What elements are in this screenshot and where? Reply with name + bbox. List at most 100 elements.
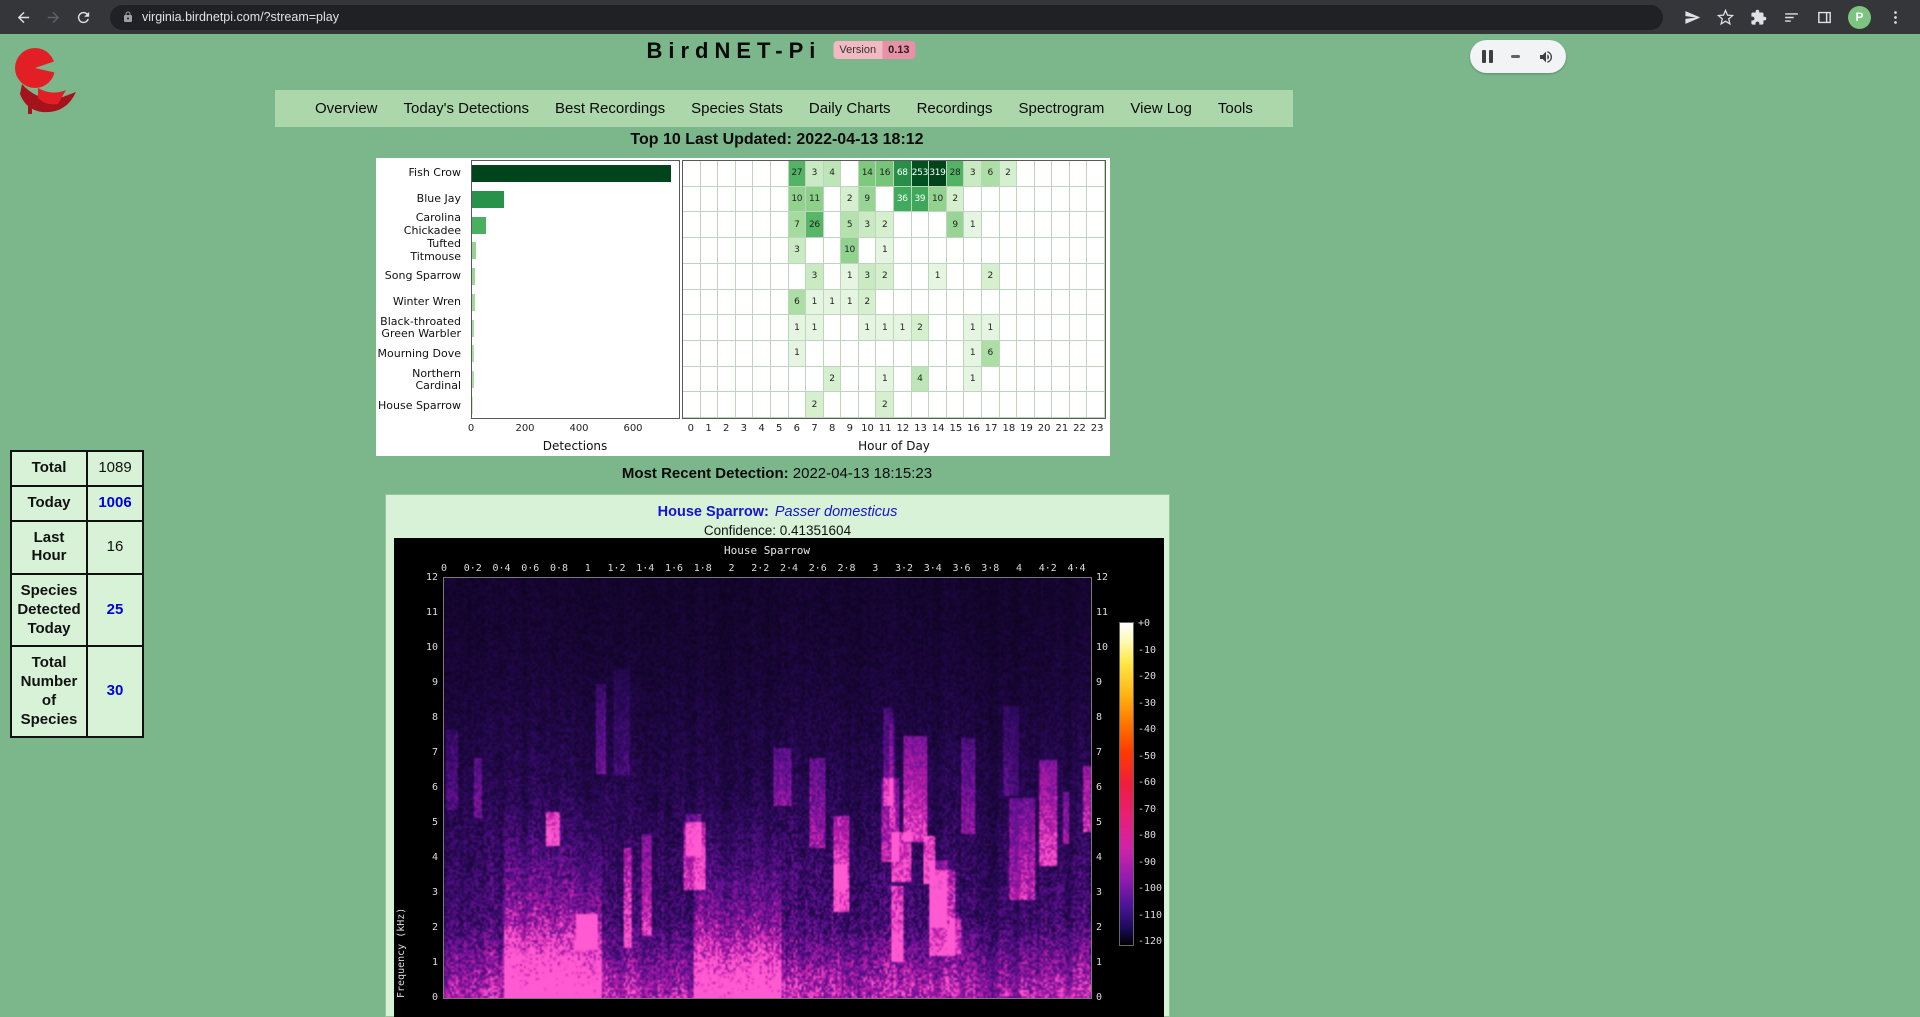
heatmap-cell: 10 xyxy=(789,187,807,213)
stats-value[interactable]: 25 xyxy=(87,574,143,646)
volume-icon[interactable] xyxy=(1538,49,1554,65)
heatmap-cell: 2 xyxy=(876,392,894,418)
hour-tick: 22 xyxy=(1073,423,1086,434)
heatmap-cell xyxy=(1000,187,1018,213)
bar xyxy=(472,217,486,234)
time-tick: 0·8 xyxy=(550,563,568,574)
stats-value[interactable]: 1006 xyxy=(87,486,143,521)
audio-player[interactable] xyxy=(1470,40,1566,73)
freq-tick-right: 10 xyxy=(1096,642,1122,653)
heatmap-cell xyxy=(1052,264,1070,290)
db-tick: -40 xyxy=(1138,724,1156,735)
heatmap-cell xyxy=(718,315,736,341)
heatmap-cell: 1 xyxy=(894,315,912,341)
stats-row-today: Today1006 xyxy=(11,486,143,521)
reload-button[interactable] xyxy=(70,4,96,30)
top10-chart-figure: Fish CrowBlue JayCarolina ChickadeeTufte… xyxy=(376,158,1110,456)
pause-icon[interactable] xyxy=(1482,50,1493,63)
heatmap-cell: 11 xyxy=(806,187,824,213)
nav-item-today-s-detections[interactable]: Today's Detections xyxy=(404,100,529,117)
stats-value[interactable]: 30 xyxy=(87,646,143,737)
freq-tick-left: 8 xyxy=(412,712,438,723)
species-common-name-link[interactable]: House Sparrow: xyxy=(658,504,769,520)
nav-item-species-stats[interactable]: Species Stats xyxy=(691,100,783,117)
nav-item-overview[interactable]: Overview xyxy=(315,100,378,117)
back-button[interactable] xyxy=(10,4,36,30)
bar xyxy=(472,268,475,285)
freq-tick-left: 11 xyxy=(412,607,438,618)
heatmap-cell: 14 xyxy=(859,161,877,187)
heatmap-cell: 1 xyxy=(789,315,807,341)
heatmap-cell xyxy=(771,161,789,187)
profile-avatar[interactable]: P xyxy=(1848,6,1871,29)
heatmap-cell: 3 xyxy=(859,212,877,238)
nav-item-tools[interactable]: Tools xyxy=(1218,100,1253,117)
heatmap-cell xyxy=(736,238,754,264)
heatmap-cell xyxy=(806,367,824,393)
hour-tick: 17 xyxy=(985,423,998,434)
heatmap-cell xyxy=(912,238,930,264)
heatmap-cell: 2 xyxy=(912,315,930,341)
heatmap-cell xyxy=(876,341,894,367)
heatmap-cell xyxy=(912,341,930,367)
bar xyxy=(472,294,475,311)
heatmap-cell xyxy=(701,264,719,290)
heatmap-cell xyxy=(771,187,789,213)
menu-kebab-icon[interactable] xyxy=(1886,8,1904,26)
heatmap-cell xyxy=(736,367,754,393)
nav-item-view-log[interactable]: View Log xyxy=(1130,100,1191,117)
version-label: Version xyxy=(833,41,882,59)
heatmap-cell xyxy=(683,238,701,264)
heatmap-cell xyxy=(683,392,701,418)
bar-row xyxy=(472,212,679,238)
nav-item-spectrogram[interactable]: Spectrogram xyxy=(1018,100,1104,117)
freq-tick-left: 5 xyxy=(412,817,438,828)
address-bar[interactable]: virginia.birdnetpi.com/?stream=play xyxy=(110,5,1663,30)
heatmap-cell xyxy=(1070,264,1088,290)
heatmap-cell xyxy=(982,392,1000,418)
nav-item-best-recordings[interactable]: Best Recordings xyxy=(555,100,665,117)
heatmap-cell: 10 xyxy=(929,187,947,213)
nav-item-daily-charts[interactable]: Daily Charts xyxy=(809,100,891,117)
detections-bar-chart xyxy=(471,160,680,419)
heatmap-cell xyxy=(1000,238,1018,264)
heatmap-cell: 2 xyxy=(841,187,859,213)
time-tick: 3 xyxy=(872,563,878,574)
heatmap-cell xyxy=(894,367,912,393)
heatmap-cell xyxy=(789,264,807,290)
heatmap-cell: 10 xyxy=(841,238,859,264)
extensions-icon[interactable] xyxy=(1749,8,1767,26)
heatmap-cell: 2 xyxy=(947,187,965,213)
freq-tick-right: 6 xyxy=(1096,782,1122,793)
heatmap-cell xyxy=(718,264,736,290)
heatmap-cell xyxy=(894,238,912,264)
heatmap-cell xyxy=(701,392,719,418)
db-tick: -90 xyxy=(1138,857,1156,868)
heatmap-cell xyxy=(1052,212,1070,238)
heatmap-cell xyxy=(1035,290,1053,316)
heatmap-cell xyxy=(1052,367,1070,393)
species-label-northern-cardinal: Northern Cardinal xyxy=(376,367,466,393)
heatmap-cell: 2 xyxy=(982,264,1000,290)
heatmap-cell xyxy=(1087,238,1105,264)
species-label-mourning-dove: Mourning Dove xyxy=(376,341,466,367)
heatmap-cell xyxy=(1087,187,1105,213)
heatmap-cell xyxy=(841,367,859,393)
db-tick: -70 xyxy=(1138,804,1156,815)
bookmark-star-icon[interactable] xyxy=(1716,8,1734,26)
heatmap-cell xyxy=(1087,341,1105,367)
spectrogram-title: House Sparrow xyxy=(724,544,810,557)
freq-tick-left: 1 xyxy=(412,957,438,968)
freq-tick-right: 0 xyxy=(1096,992,1122,1003)
reading-list-icon[interactable] xyxy=(1782,8,1800,26)
species-scientific-name-link[interactable]: Passer domesticus xyxy=(775,504,898,520)
hour-tick: 2 xyxy=(723,423,729,434)
send-icon[interactable] xyxy=(1683,8,1701,26)
nav-item-recordings[interactable]: Recordings xyxy=(917,100,993,117)
side-panel-icon[interactable] xyxy=(1815,8,1833,26)
time-tick: 0·2 xyxy=(464,563,482,574)
forward-button[interactable] xyxy=(40,4,66,30)
heatmap-cell: 1 xyxy=(929,264,947,290)
heatmap-cell xyxy=(1052,290,1070,316)
heatmap-cell xyxy=(771,264,789,290)
